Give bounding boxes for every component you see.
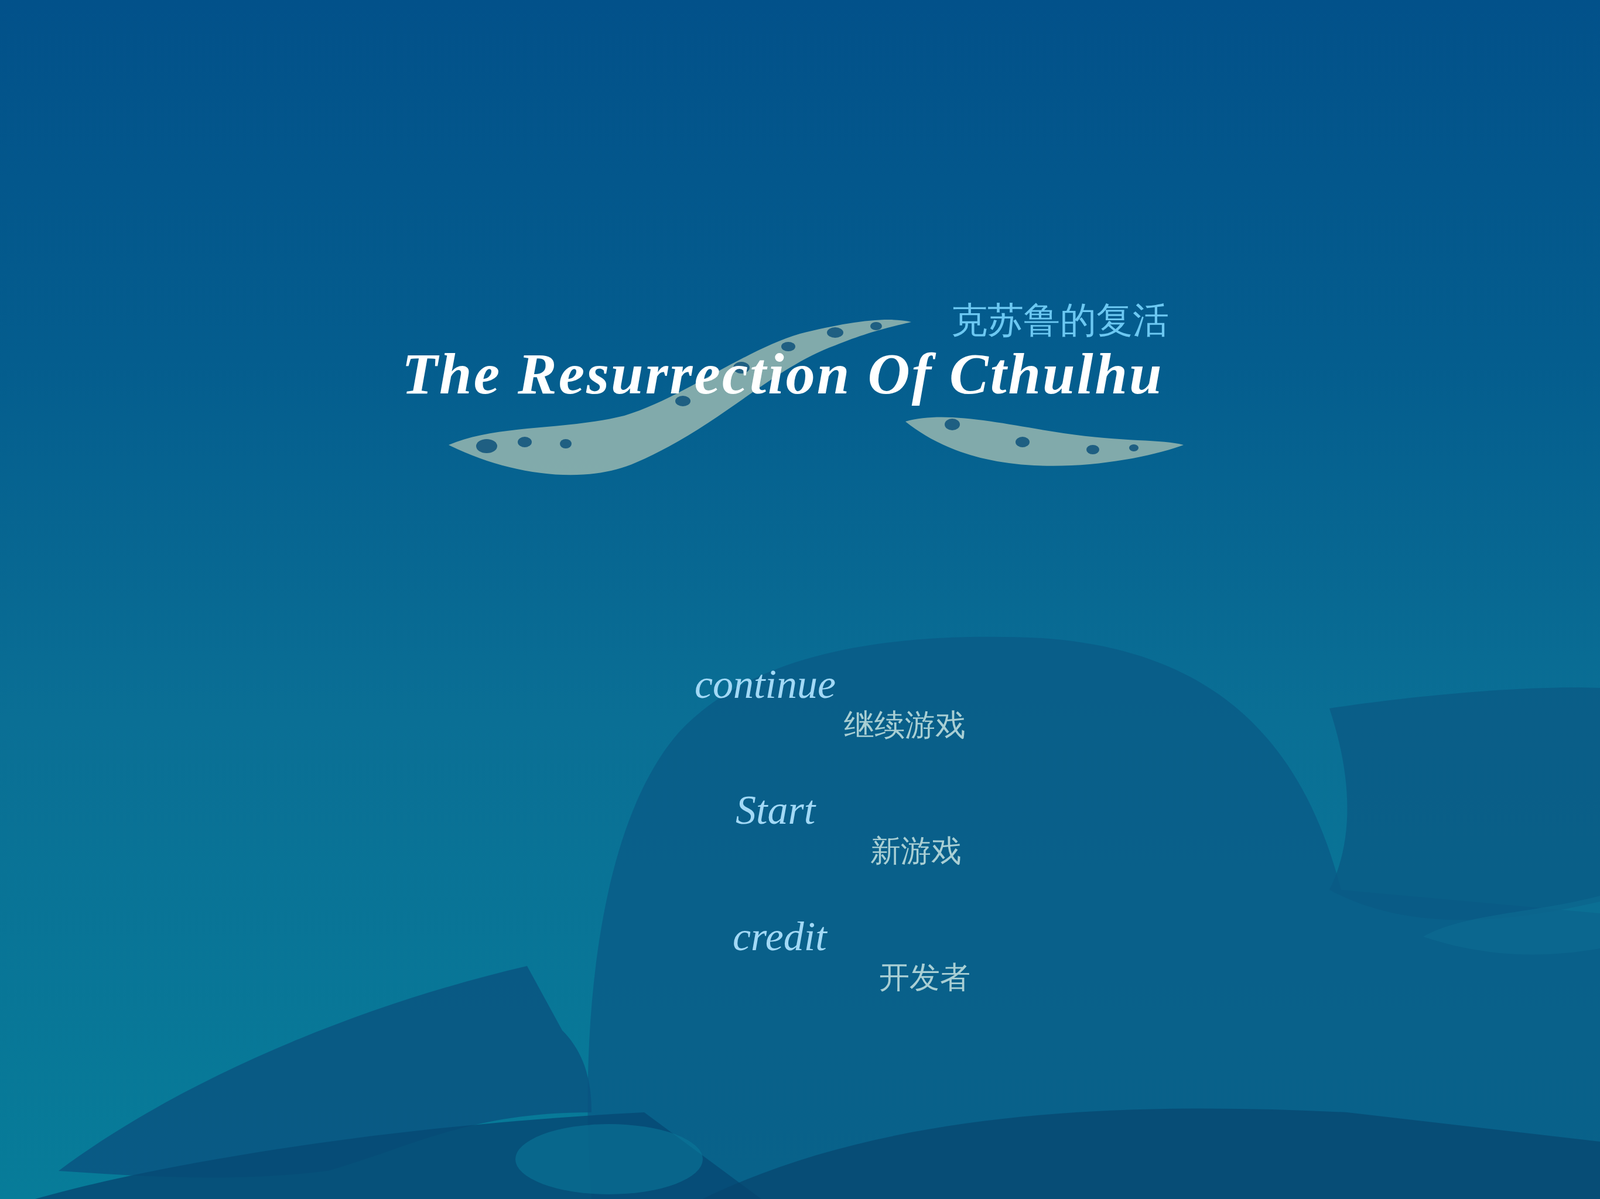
title-screen: 克苏鲁的复活 The Resurrection Of Cthulhu conti… xyxy=(0,0,1600,1199)
menu-sublabel[interactable]: 继续游戏 xyxy=(843,706,966,744)
menu-sublabel[interactable]: 开发者 xyxy=(879,959,971,996)
english-title: The Resurrection Of Cthulhu xyxy=(390,342,1210,407)
menu-item[interactable]: credit 开发者 xyxy=(653,914,982,996)
menu-label[interactable]: Start xyxy=(735,787,816,833)
menu-label[interactable]: credit xyxy=(732,914,827,960)
chinese-title-text: 克苏鲁的复活 xyxy=(951,298,1169,343)
menu-item[interactable]: continue继续游戏 xyxy=(653,661,982,744)
menu-item[interactable]: Start 新游戏 xyxy=(653,787,982,870)
main-menu: continue继续游戏 Start 新游戏 credit 开发者 xyxy=(653,661,982,996)
menu-label[interactable]: continue xyxy=(694,661,836,707)
cthulhu-silhouette-icon xyxy=(0,0,1600,1199)
game-logo: 克苏鲁的复活 The Resurrection Of Cthulhu xyxy=(390,298,1210,487)
chinese-title: 克苏鲁的复活 xyxy=(390,298,1210,343)
menu-sublabel[interactable]: 新游戏 xyxy=(870,832,962,870)
